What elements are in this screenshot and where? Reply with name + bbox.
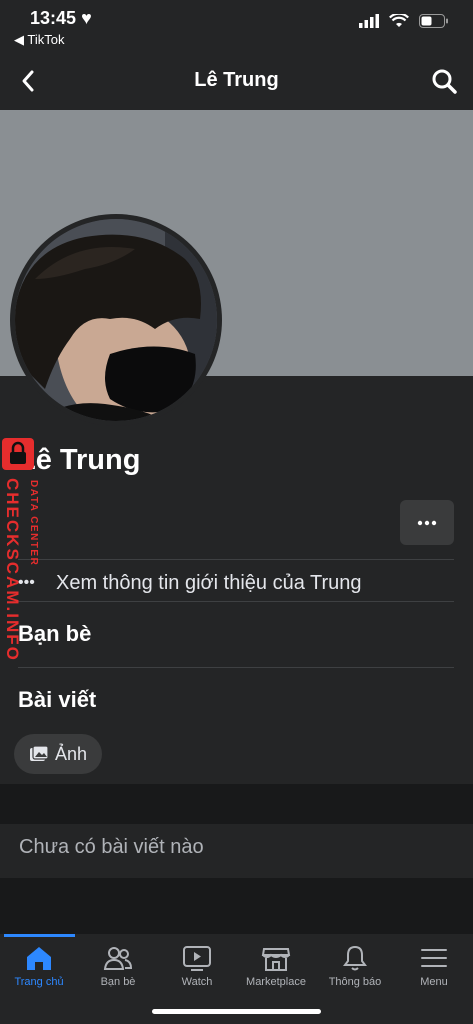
about-info-label: Xem thông tin giới thiệu của Trung bbox=[56, 571, 362, 594]
search-button[interactable] bbox=[429, 66, 459, 96]
page-title: Lê Trung bbox=[194, 69, 279, 91]
tab-label: Marketplace bbox=[246, 976, 306, 988]
tab-label: Bạn bè bbox=[100, 976, 136, 988]
divider bbox=[18, 559, 454, 560]
tab-label: Thông báo bbox=[328, 976, 382, 988]
tab-label: Menu bbox=[420, 976, 448, 988]
heart-icon: ♥ bbox=[81, 8, 92, 28]
home-icon bbox=[27, 947, 51, 970]
status-bar: 13:45 ♥ ◀ TikTok bbox=[0, 0, 473, 56]
watch-icon bbox=[183, 946, 211, 971]
about-info-link[interactable]: ••• Xem thông tin giới thiệu của Trung bbox=[18, 565, 454, 601]
battery-icon bbox=[419, 14, 448, 28]
avatar-illustration bbox=[15, 219, 217, 421]
empty-posts-card: Chưa có bài viết nào bbox=[0, 824, 473, 878]
tab-marketplace[interactable]: Marketplace bbox=[237, 934, 315, 1004]
more-dots-icon bbox=[417, 520, 437, 525]
home-indicator bbox=[152, 1009, 321, 1014]
avatar-photo bbox=[15, 219, 217, 421]
lock-icon bbox=[2, 438, 34, 470]
tab-menu[interactable]: Menu bbox=[395, 934, 473, 1004]
tab-notifications[interactable]: Thông báo bbox=[316, 934, 394, 1004]
photos-chip-button[interactable]: Ảnh bbox=[14, 734, 102, 774]
section-gap bbox=[0, 784, 473, 824]
watermark: CHECKSCAM.INFO DATA CENTER bbox=[2, 436, 46, 666]
divider bbox=[18, 667, 454, 668]
empty-posts-message: Chưa có bài viết nào bbox=[19, 836, 204, 858]
back-to-app-link[interactable]: ◀ TikTok bbox=[14, 32, 64, 48]
marketplace-icon bbox=[261, 948, 291, 971]
tab-home[interactable]: Trang chủ bbox=[0, 934, 78, 1004]
tab-label: Trang chủ bbox=[14, 976, 64, 988]
menu-icon bbox=[421, 949, 447, 967]
tab-label: Watch bbox=[181, 976, 213, 988]
posts-section-title: Bài viết bbox=[18, 687, 97, 712]
watermark-sub-text: DATA CENTER bbox=[28, 480, 39, 567]
tab-watch[interactable]: Watch bbox=[158, 934, 236, 1004]
tab-friends[interactable]: Bạn bè bbox=[79, 934, 157, 1004]
photos-icon bbox=[29, 745, 49, 761]
wifi-icon bbox=[389, 14, 409, 27]
photos-chip-label: Ảnh bbox=[54, 743, 88, 764]
status-time: 13:45 ♥ bbox=[30, 8, 92, 28]
status-icons bbox=[359, 14, 449, 28]
more-options-button[interactable] bbox=[400, 500, 454, 545]
signal-icon bbox=[359, 14, 379, 28]
top-nav-bar: Lê Trung bbox=[0, 56, 473, 110]
divider bbox=[18, 601, 454, 602]
friends-icon bbox=[103, 947, 133, 970]
search-icon bbox=[432, 69, 457, 94]
profile-avatar[interactable] bbox=[10, 214, 222, 426]
bell-icon bbox=[343, 945, 367, 971]
watermark-main-text: CHECKSCAM.INFO bbox=[3, 478, 22, 662]
